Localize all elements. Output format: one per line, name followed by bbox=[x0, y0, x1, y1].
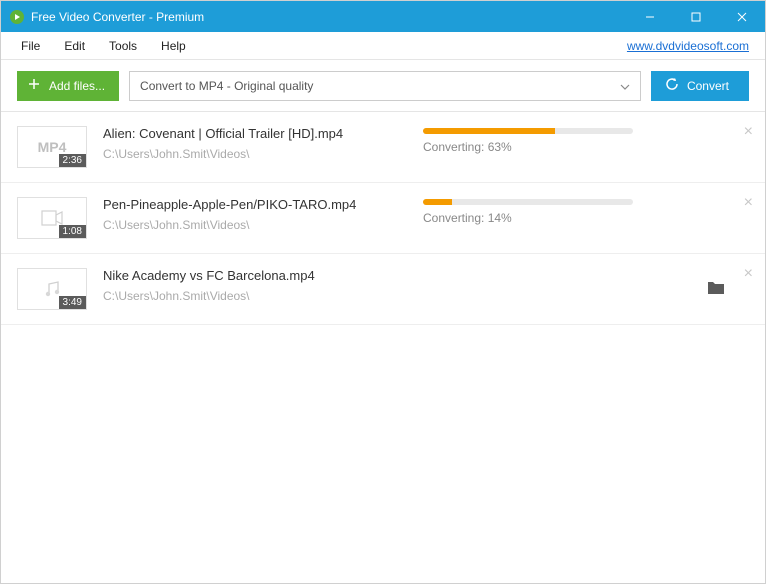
chevron-down-icon bbox=[620, 79, 630, 93]
format-dropdown[interactable]: Convert to MP4 - Original quality bbox=[129, 71, 641, 101]
add-files-button[interactable]: Add files... bbox=[17, 71, 119, 101]
website-link[interactable]: www.dvdvideosoft.com bbox=[619, 39, 757, 53]
duration-badge: 2:36 bbox=[59, 154, 86, 167]
file-name: Nike Academy vs FC Barcelona.mp4 bbox=[103, 268, 423, 283]
close-button[interactable] bbox=[719, 1, 765, 32]
file-path: C:\Users\John.Smit\Videos\ bbox=[103, 289, 423, 303]
file-row[interactable]: 3:49 Nike Academy vs FC Barcelona.mp4 C:… bbox=[1, 254, 765, 325]
file-thumbnail: 1:08 bbox=[17, 197, 87, 239]
file-path: C:\Users\John.Smit\Videos\ bbox=[103, 147, 423, 161]
progress-label: Converting: 14% bbox=[423, 211, 729, 225]
file-info: Alien: Covenant | Official Trailer [HD].… bbox=[103, 126, 423, 161]
menu-edit[interactable]: Edit bbox=[52, 35, 97, 57]
file-thumbnail: 3:49 bbox=[17, 268, 87, 310]
file-info: Nike Academy vs FC Barcelona.mp4 C:\User… bbox=[103, 268, 423, 303]
menu-tools[interactable]: Tools bbox=[97, 35, 149, 57]
file-path: C:\Users\John.Smit\Videos\ bbox=[103, 218, 423, 232]
add-files-label: Add files... bbox=[49, 79, 105, 93]
progress-column: Converting: 14% bbox=[423, 197, 749, 225]
plus-icon bbox=[27, 77, 41, 94]
progress-column bbox=[423, 268, 749, 270]
progress-bar bbox=[423, 128, 633, 134]
app-icon bbox=[9, 9, 25, 25]
progress-bar bbox=[423, 199, 633, 205]
file-name: Alien: Covenant | Official Trailer [HD].… bbox=[103, 126, 423, 141]
menu-help[interactable]: Help bbox=[149, 35, 198, 57]
progress-column: Converting: 63% bbox=[423, 126, 749, 154]
menubar: File Edit Tools Help www.dvdvideosoft.co… bbox=[1, 32, 765, 60]
folder-icon[interactable] bbox=[707, 280, 725, 300]
file-thumbnail: MP4 2:36 bbox=[17, 126, 87, 168]
menu-file[interactable]: File bbox=[9, 35, 52, 57]
format-label: Convert to MP4 - Original quality bbox=[140, 79, 313, 93]
file-row[interactable]: 1:08 Pen-Pineapple-Apple-Pen/PIKO-TARO.m… bbox=[1, 183, 765, 254]
progress-label: Converting: 63% bbox=[423, 140, 729, 154]
duration-badge: 1:08 bbox=[59, 225, 86, 238]
file-name: Pen-Pineapple-Apple-Pen/PIKO-TARO.mp4 bbox=[103, 197, 423, 212]
file-list: MP4 2:36 Alien: Covenant | Official Trai… bbox=[1, 112, 765, 583]
file-info: Pen-Pineapple-Apple-Pen/PIKO-TARO.mp4 C:… bbox=[103, 197, 423, 232]
titlebar: Free Video Converter - Premium bbox=[1, 1, 765, 32]
window-title: Free Video Converter - Premium bbox=[31, 10, 627, 24]
duration-badge: 3:49 bbox=[59, 296, 86, 309]
maximize-button[interactable] bbox=[673, 1, 719, 32]
convert-label: Convert bbox=[687, 79, 729, 93]
minimize-button[interactable] bbox=[627, 1, 673, 32]
file-row[interactable]: MP4 2:36 Alien: Covenant | Official Trai… bbox=[1, 112, 765, 183]
remove-file-button[interactable]: × bbox=[744, 195, 753, 211]
toolbar: Add files... Convert to MP4 - Original q… bbox=[1, 60, 765, 112]
convert-button[interactable]: Convert bbox=[651, 71, 749, 101]
remove-file-button[interactable]: × bbox=[744, 124, 753, 140]
remove-file-button[interactable]: × bbox=[744, 266, 753, 282]
refresh-icon bbox=[665, 77, 679, 94]
